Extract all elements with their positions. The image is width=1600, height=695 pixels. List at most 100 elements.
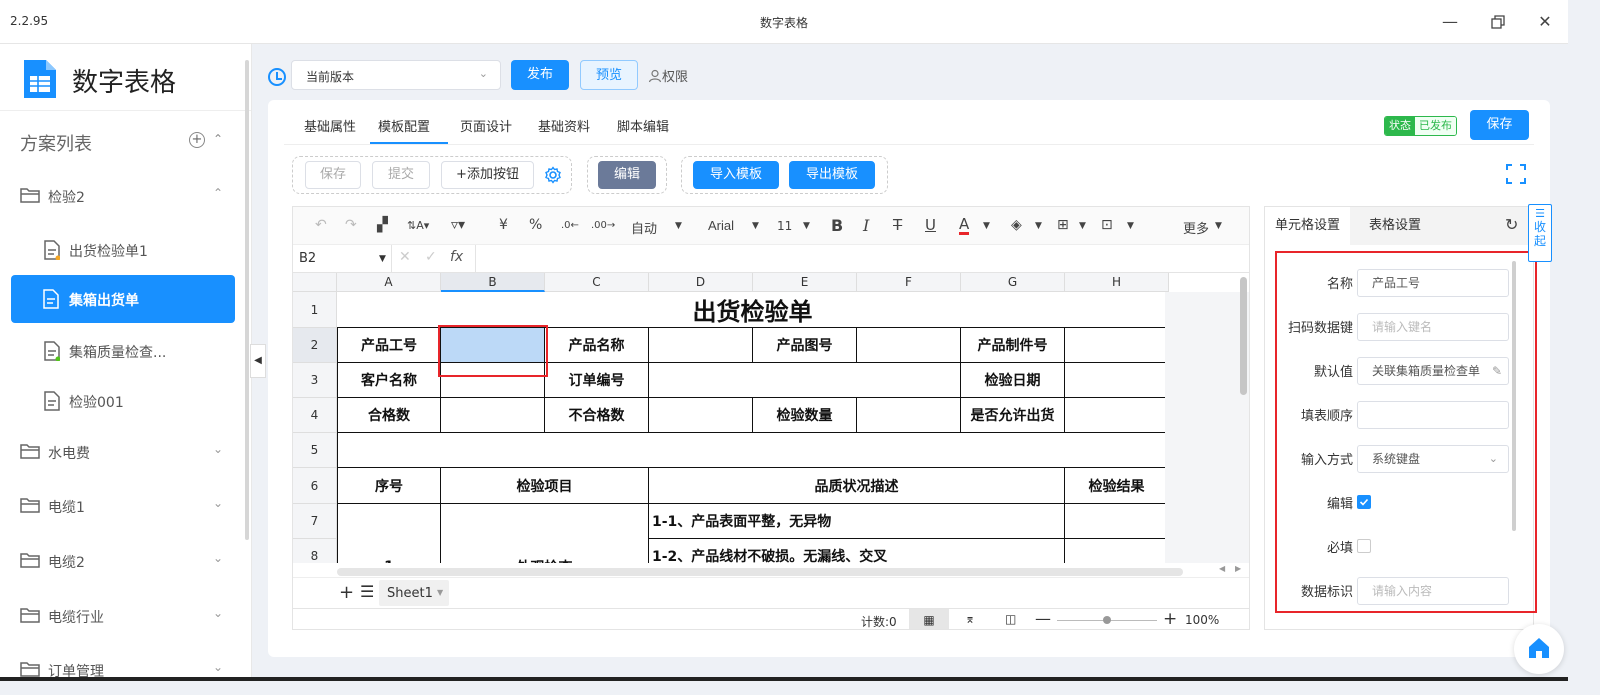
cell-reference[interactable]: B2 — [299, 251, 316, 266]
sidebar-folder[interactable]: 订单管理 ⌄ — [0, 646, 240, 681]
history-clock-icon[interactable] — [268, 68, 286, 86]
preview-button[interactable]: 预览 — [580, 60, 638, 90]
close-icon[interactable]: ✕ — [1535, 12, 1555, 32]
cell-C3[interactable]: 订单编号 — [545, 363, 649, 398]
border-icon[interactable]: ⊞ — [1057, 217, 1069, 233]
sidebar-folder[interactable]: 水电费 ⌄ — [0, 428, 240, 476]
confirm-formula-icon[interactable]: ✓ — [425, 249, 437, 265]
fullscreen-icon[interactable] — [1506, 164, 1526, 184]
scroll-left-icon[interactable]: ◀ — [1219, 564, 1225, 573]
cell-H4[interactable] — [1065, 398, 1169, 433]
strikethrough-icon[interactable]: T — [893, 216, 902, 234]
cell-H6[interactable]: 检验结果 — [1065, 468, 1169, 504]
permission-link[interactable]: 权限 — [648, 66, 688, 85]
row-header[interactable]: 2 — [293, 328, 337, 363]
version-select[interactable]: 当前版本 ⌄ — [291, 60, 501, 90]
font-color-icon[interactable]: A — [959, 216, 970, 235]
grid-vertical-scrollbar[interactable] — [1238, 273, 1248, 573]
cell-H3[interactable] — [1065, 363, 1169, 398]
grid-corner[interactable] — [293, 273, 337, 292]
column-header[interactable]: B — [441, 273, 545, 292]
chevron-up-icon[interactable]: ⌃ — [213, 132, 223, 146]
cell-A6[interactable]: 序号 — [337, 468, 441, 504]
home-button[interactable] — [1514, 624, 1564, 674]
cell-row5-merged[interactable] — [337, 433, 1169, 468]
cell-E2[interactable]: 产品图号 — [753, 328, 857, 363]
add-plan-icon[interactable]: + — [189, 132, 205, 148]
column-header[interactable]: A — [337, 273, 441, 292]
cell-D7[interactable]: 1-1、产品表面平整，无异物 — [649, 504, 1065, 539]
filter-icon[interactable]: ▿▾ — [451, 217, 465, 233]
tab-basic-properties[interactable]: 基础属性 — [304, 116, 356, 135]
sidebar-collapse-icon[interactable]: ◀ — [250, 344, 266, 378]
number-format-select[interactable]: 自动 — [631, 218, 657, 237]
cell-G3[interactable]: 检验日期 — [961, 363, 1065, 398]
row-header[interactable]: 6 — [293, 468, 337, 504]
cell-A3[interactable]: 客户名称 — [337, 363, 441, 398]
font-size-select[interactable]: 11 — [777, 219, 792, 233]
sheet-list-icon[interactable]: ☰ — [360, 582, 374, 601]
save-top-button[interactable]: 保存 — [1470, 110, 1529, 140]
grid-horizontal-scrollbar[interactable] — [337, 568, 1183, 576]
zoom-slider-thumb[interactable] — [1103, 616, 1111, 624]
tab-table-settings[interactable]: 表格设置 — [1369, 207, 1421, 245]
zoom-out-icon[interactable]: — — [1035, 609, 1051, 628]
chevron-down-icon[interactable]: ▼ — [379, 254, 386, 264]
row-header[interactable]: 5 — [293, 433, 337, 468]
tab-basic-data[interactable]: 基础资料 — [538, 116, 590, 135]
cell-A4[interactable]: 合格数 — [337, 398, 441, 433]
row-header[interactable]: 3 — [293, 363, 337, 398]
sidebar-folder-jianyan2[interactable]: 检验2 ⌃ — [0, 172, 240, 220]
column-header[interactable]: F — [857, 273, 961, 292]
cell-D3-merged[interactable] — [649, 363, 961, 398]
cell-B6[interactable]: 检验项目 — [441, 468, 649, 504]
increase-decimal-icon[interactable]: .00→ — [591, 220, 615, 231]
column-header[interactable]: H — [1065, 273, 1169, 292]
sidebar-scrollbar[interactable] — [245, 60, 249, 540]
sort-icon[interactable]: ⇅A▾ — [407, 219, 429, 232]
normal-view-icon[interactable]: ▦ — [909, 609, 949, 629]
italic-icon[interactable]: I — [863, 216, 869, 235]
sheet-title-cell[interactable]: 出货检验单 — [337, 292, 1169, 328]
cancel-formula-icon[interactable]: ✕ — [399, 249, 411, 265]
merge-cells-icon[interactable]: ⊡ — [1101, 217, 1113, 233]
fill-color-icon[interactable]: ◈ — [1011, 217, 1022, 233]
sidebar-item-doc-active[interactable]: 集箱出货单 — [11, 275, 235, 323]
column-header[interactable]: C — [545, 273, 649, 292]
minimize-icon[interactable]: — — [1440, 12, 1460, 32]
undo-icon[interactable]: ↶ — [315, 217, 327, 233]
cell-C2[interactable]: 产品名称 — [545, 328, 649, 363]
cell-C4[interactable]: 不合格数 — [545, 398, 649, 433]
cell-D6[interactable]: 品质状况描述 — [649, 468, 1065, 504]
add-sheet-icon[interactable]: + — [339, 582, 354, 603]
column-header[interactable]: E — [753, 273, 857, 292]
publish-button[interactable]: 发布 — [511, 60, 569, 90]
sidebar-folder[interactable]: 电缆1 ⌄ — [0, 482, 240, 530]
row-header[interactable]: 4 — [293, 398, 337, 433]
cell-D4[interactable] — [649, 398, 753, 433]
format-painter-icon[interactable]: ▞ — [377, 217, 388, 233]
percent-icon[interactable]: % — [529, 217, 542, 233]
sidebar-folder[interactable]: 电缆行业 ⌄ — [0, 592, 240, 640]
decrease-decimal-icon[interactable]: .0← — [561, 220, 579, 231]
cell-G2[interactable]: 产品制件号 — [961, 328, 1065, 363]
submit-button[interactable]: 提交 — [372, 161, 430, 189]
cell-H7[interactable] — [1065, 504, 1169, 539]
bold-icon[interactable]: B — [831, 216, 843, 235]
gear-icon[interactable] — [544, 166, 562, 184]
row-header[interactable]: 1 — [293, 292, 337, 328]
zoom-in-icon[interactable]: + — [1163, 609, 1177, 629]
sidebar-item-doc[interactable]: 集箱质量检查... — [0, 327, 240, 375]
cell-H2[interactable] — [1065, 328, 1169, 363]
save-button[interactable]: 保存 — [305, 161, 361, 189]
row-header[interactable]: 7 — [293, 504, 337, 539]
cell-A2[interactable]: 产品工号 — [337, 328, 441, 363]
page-break-view-icon[interactable]: ⌆ — [965, 612, 975, 626]
cell-B4[interactable] — [441, 398, 545, 433]
cell-F4[interactable] — [857, 398, 961, 433]
page-layout-view-icon[interactable]: ◫ — [1005, 612, 1016, 626]
add-button-button[interactable]: +添加按钮 — [441, 161, 534, 189]
tab-template-config[interactable]: 模板配置 — [378, 116, 430, 135]
sidebar-folder[interactable]: 电缆2 ⌄ — [0, 537, 240, 585]
sheet-tab[interactable]: Sheet1 ▼ — [379, 580, 449, 606]
